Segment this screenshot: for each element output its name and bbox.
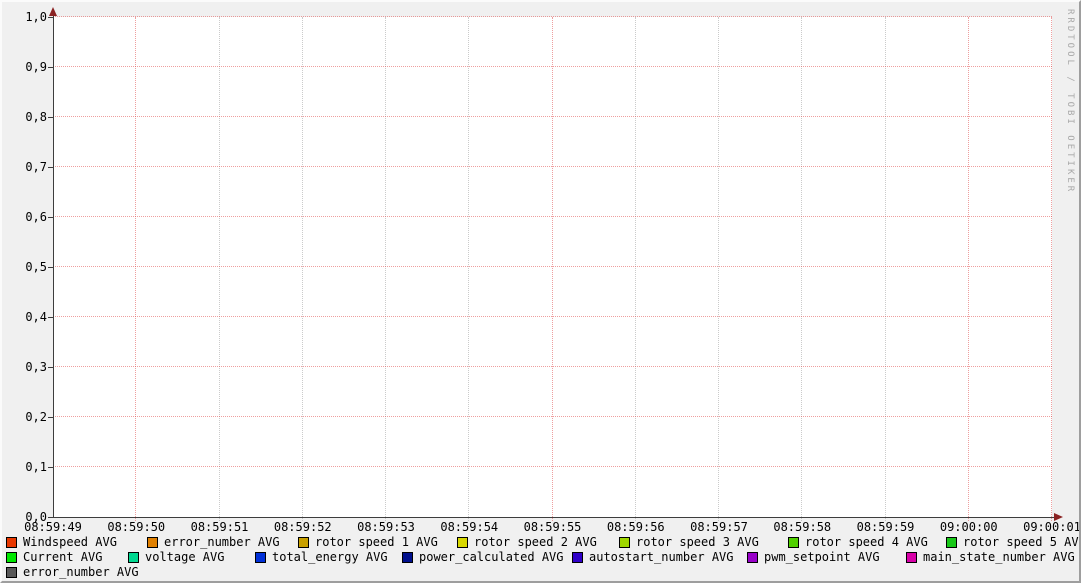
x-tick-label: 08:59:57	[690, 520, 748, 534]
legend-swatch	[6, 567, 17, 578]
legend-item: main_state_number AVG	[906, 551, 1075, 564]
x-axis-arrow-icon	[1054, 513, 1063, 521]
x-tick-label: 08:59:51	[191, 520, 249, 534]
legend-item: Current AVG	[6, 551, 102, 564]
x-axis	[49, 517, 1056, 518]
legend-label: rotor speed 5 AVG	[963, 536, 1081, 549]
vertical-gridline	[302, 17, 303, 521]
legend-item: rotor speed 3 AVG	[619, 536, 759, 549]
x-tick-label: 08:59:50	[107, 520, 165, 534]
horizontal-gridline	[53, 216, 1052, 217]
horizontal-gridline	[53, 416, 1052, 417]
x-tick-label: 08:59:58	[773, 520, 831, 534]
legend-item: autostart_number AVG	[572, 551, 734, 564]
y-axis	[53, 11, 54, 518]
legend-item: power_calculated AVG	[402, 551, 564, 564]
y-tick-label: 0,6	[2, 210, 47, 224]
legend-item: error_number AVG	[147, 536, 280, 549]
legend-label: rotor speed 1 AVG	[315, 536, 438, 549]
legend-item: rotor speed 1 AVG	[298, 536, 438, 549]
y-tick-label: 0,4	[2, 310, 47, 324]
legend-item: rotor speed 2 AVG	[457, 536, 597, 549]
y-tick-label: 0,2	[2, 410, 47, 424]
horizontal-gridline	[53, 166, 1052, 167]
legend-swatch	[747, 552, 758, 563]
legend-label: rotor speed 4 AVG	[805, 536, 928, 549]
x-tick-label: 08:59:55	[524, 520, 582, 534]
x-tick-label: 08:59:54	[440, 520, 498, 534]
legend-swatch	[457, 537, 468, 548]
legend-swatch	[298, 537, 309, 548]
vertical-gridline	[552, 17, 553, 521]
legend-swatch	[946, 537, 957, 548]
legend-swatch	[128, 552, 139, 563]
rrdtool-graph: 08:59:4908:59:5008:59:5108:59:5208:59:53…	[0, 0, 1081, 583]
vertical-gridline	[219, 17, 220, 521]
legend-label: Windspeed AVG	[23, 536, 117, 549]
legend-label: voltage AVG	[145, 551, 224, 564]
x-tick-label: 09:00:00	[940, 520, 998, 534]
vertical-gridline	[1051, 17, 1052, 521]
legend-swatch	[572, 552, 583, 563]
y-tick-label: 0,8	[2, 110, 47, 124]
y-tick-label: 0,0	[2, 510, 47, 524]
y-tick-label: 0,7	[2, 160, 47, 174]
legend-label: error_number AVG	[164, 536, 280, 549]
legend-swatch	[6, 552, 17, 563]
y-tick-label: 0,1	[2, 460, 47, 474]
vertical-gridline	[385, 17, 386, 521]
legend-item: rotor speed 5 AVG	[946, 536, 1081, 549]
x-tick-label: 09:00:01	[1023, 520, 1081, 534]
x-tick-label: 08:59:52	[274, 520, 332, 534]
legend-label: error_number AVG	[23, 566, 139, 579]
legend-swatch	[788, 537, 799, 548]
legend-item: total_energy AVG	[255, 551, 388, 564]
legend-item: rotor speed 4 AVG	[788, 536, 928, 549]
legend-item: voltage AVG	[128, 551, 224, 564]
legend-item: Windspeed AVG	[6, 536, 117, 549]
legend-swatch	[402, 552, 413, 563]
y-tick-label: 0,3	[2, 360, 47, 374]
x-tick-label: 08:59:56	[607, 520, 665, 534]
legend-swatch	[147, 537, 158, 548]
vertical-gridline	[718, 17, 719, 521]
horizontal-gridline	[53, 316, 1052, 317]
vertical-gridline	[135, 17, 136, 521]
y-tick-label: 1,0	[2, 10, 47, 24]
horizontal-gridline	[53, 466, 1052, 467]
legend-label: rotor speed 2 AVG	[474, 536, 597, 549]
horizontal-gridline	[53, 366, 1052, 367]
horizontal-gridline	[53, 116, 1052, 117]
vertical-gridline	[468, 17, 469, 521]
y-axis-arrow-icon	[49, 7, 57, 16]
vertical-gridline	[801, 17, 802, 521]
watermark: RRDTOOL / TOBI OETIKER	[1065, 9, 1075, 194]
plot-canvas	[53, 17, 1052, 517]
horizontal-gridline	[53, 266, 1052, 267]
vertical-gridline	[635, 17, 636, 521]
legend-swatch	[6, 537, 17, 548]
legend-label: total_energy AVG	[272, 551, 388, 564]
horizontal-gridline	[53, 16, 1052, 17]
x-tick-label: 08:59:53	[357, 520, 415, 534]
x-tick-label: 08:59:59	[857, 520, 915, 534]
legend-label: power_calculated AVG	[419, 551, 564, 564]
legend-swatch	[619, 537, 630, 548]
legend-label: rotor speed 3 AVG	[636, 536, 759, 549]
legend-label: main_state_number AVG	[923, 551, 1075, 564]
y-tick-label: 0,9	[2, 60, 47, 74]
vertical-gridline	[968, 17, 969, 521]
legend-swatch	[906, 552, 917, 563]
legend-label: Current AVG	[23, 551, 102, 564]
legend-label: pwm_setpoint AVG	[764, 551, 880, 564]
horizontal-gridline	[53, 66, 1052, 67]
legend-item: pwm_setpoint AVG	[747, 551, 880, 564]
legend-item: error_number AVG	[6, 566, 139, 579]
legend-swatch	[255, 552, 266, 563]
vertical-gridline	[885, 17, 886, 521]
y-tick-label: 0,5	[2, 260, 47, 274]
legend-label: autostart_number AVG	[589, 551, 734, 564]
